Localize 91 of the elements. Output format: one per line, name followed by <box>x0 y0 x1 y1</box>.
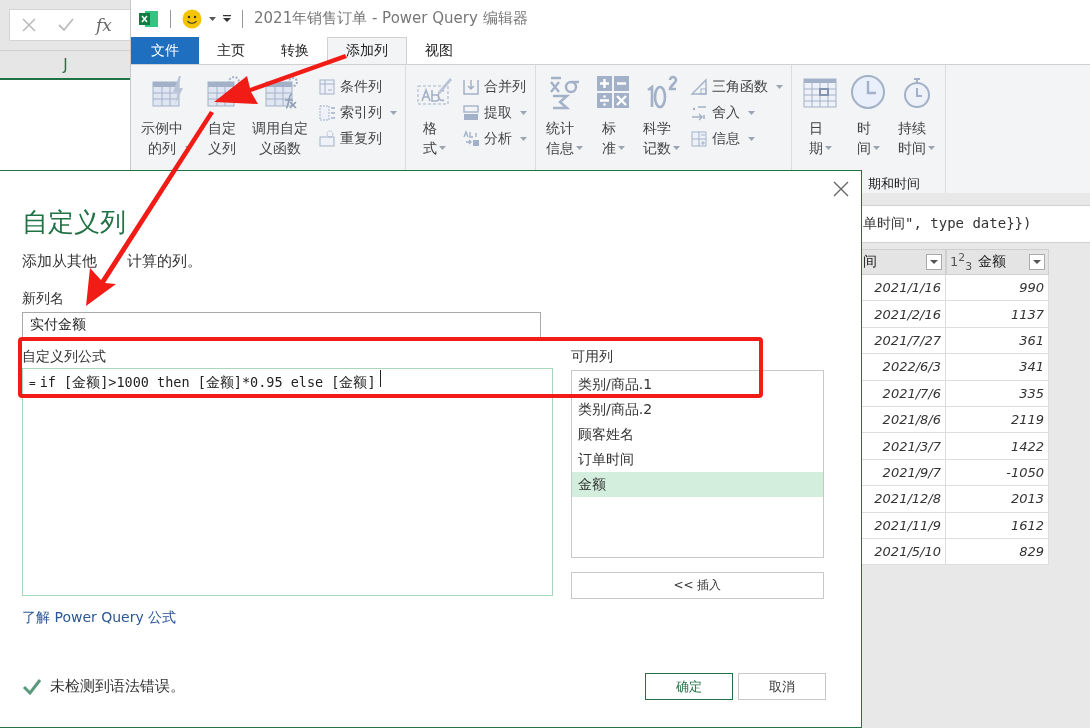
caret-icon <box>928 146 935 150</box>
ribbon-button[interactable]: 时间 <box>846 71 890 171</box>
ribbon-button[interactable]: 持续时间 <box>894 71 939 171</box>
math-operators-icon <box>595 74 631 110</box>
ribbon-button[interactable]: 重复列 <box>316 127 399 151</box>
ribbon-button[interactable]: 条件列 <box>316 75 399 99</box>
table-cell: 1612 <box>946 512 1049 539</box>
table-cell: 829 <box>946 538 1049 566</box>
ribbon-button[interactable]: 三角函数 <box>688 75 785 99</box>
dialog-description: 计算的列。 <box>127 252 202 271</box>
caret-icon <box>872 146 880 150</box>
table-condition-icon <box>318 78 336 96</box>
list-item[interactable]: 金额 <box>572 472 823 497</box>
number-grid-icon <box>690 130 708 148</box>
ribbon-tab[interactable]: 转换 <box>263 37 327 64</box>
table-cell: 335 <box>946 380 1049 407</box>
cancel-button[interactable]: 取消 <box>738 673 826 700</box>
ribbon-button[interactable]: 格式 <box>412 71 456 171</box>
caret-icon <box>1033 260 1041 264</box>
table-cell: 1422 <box>946 433 1049 460</box>
list-item[interactable]: 类别/商品.1 <box>572 372 823 397</box>
table-cell: 1137 <box>946 301 1049 328</box>
caret-icon <box>520 111 527 115</box>
caret-icon <box>824 146 832 150</box>
checkmark-icon[interactable] <box>58 18 74 32</box>
index-column-icon <box>318 104 336 122</box>
parse-icon <box>462 130 480 148</box>
ribbon-button[interactable]: 日期 <box>798 71 842 171</box>
status-message: 未检测到语法错误。 <box>50 677 185 696</box>
caret-icon <box>576 146 583 150</box>
table-cell: 361 <box>946 327 1049 355</box>
window-title: 2021年销售订单 - Power Query 编辑器 <box>254 9 528 28</box>
ribbon-button[interactable]: 舍入 <box>688 101 785 125</box>
column-title: 间 <box>863 253 878 271</box>
ok-button[interactable]: 确定 <box>645 673 733 700</box>
caret-icon <box>673 146 680 150</box>
dialog-description: 添加从其他 <box>22 252 97 271</box>
ribbon-tab[interactable]: 视图 <box>407 37 471 64</box>
function-button[interactable]: fx <box>96 15 112 35</box>
caret-icon <box>438 146 446 150</box>
decimal-round-icon <box>690 104 708 122</box>
table-cell: 341 <box>946 354 1049 381</box>
caret-icon <box>930 260 938 264</box>
ribbon-button[interactable]: 标准 <box>591 71 635 171</box>
ribbon-tab[interactable]: 主页 <box>199 37 263 64</box>
group-label: 期和时间 <box>868 176 920 191</box>
duplicate-column-icon <box>318 130 336 148</box>
dialog-title: 自定义列 <box>22 206 127 239</box>
help-link[interactable]: 了解 Power Query 公式 <box>22 609 177 627</box>
field-label: 可用列 <box>571 348 613 366</box>
customize-menu-icon[interactable] <box>223 15 231 22</box>
smiley-icon[interactable] <box>182 8 202 29</box>
ribbon-button[interactable]: 合并列 <box>460 75 529 99</box>
caret-icon <box>748 111 755 115</box>
list-item[interactable]: 类别/商品.2 <box>572 397 823 422</box>
formula-editor[interactable]: = if [金额]>1000 then [金额]*0.95 else [金额] <box>22 368 553 596</box>
list-item[interactable]: 订单时间 <box>572 447 823 472</box>
spreadsheet-app-icon <box>139 9 159 28</box>
caret-icon <box>776 85 783 89</box>
caret-icon <box>748 137 755 141</box>
ribbon-button[interactable]: 科学记数 <box>639 71 684 171</box>
clock-icon <box>850 74 886 110</box>
table-cell: 990 <box>946 275 1049 302</box>
table-cell: 2013 <box>946 486 1049 513</box>
caret-icon <box>617 146 625 150</box>
column-name-field[interactable]: 实付金额 <box>22 312 541 338</box>
filter-button[interactable] <box>926 254 942 270</box>
ribbon-button[interactable]: 索引列 <box>316 101 399 125</box>
ribbon-button[interactable]: 信息 <box>688 127 785 151</box>
caret-icon[interactable] <box>209 16 216 21</box>
table-cell: 2119 <box>946 406 1049 434</box>
column-header[interactable]: J <box>0 50 131 80</box>
column-header[interactable]: 1$^{2}$$_{3}$ 金额 <box>946 249 1049 275</box>
column-header[interactable]: 间 <box>859 249 946 275</box>
ribbon-button[interactable]: 统计信息 <box>542 71 587 171</box>
formula-text: 单时间", type date}}) <box>863 215 1032 233</box>
field-label: 新列名 <box>22 290 64 308</box>
ribbon-tab[interactable]: 添加列 <box>327 37 407 64</box>
field-label: 自定义列公式 <box>22 348 106 366</box>
ribbon-button[interactable]: 提取 <box>460 101 529 125</box>
column-title: 金额 <box>978 253 1008 271</box>
ribbon-tab[interactable]: 文件 <box>131 37 199 64</box>
triangle-icon <box>690 78 708 96</box>
merge-columns-icon <box>462 78 480 96</box>
table-cell: -1050 <box>946 459 1049 487</box>
insert-button[interactable]: << 插入 <box>571 572 824 599</box>
ribbon-button[interactable]: 分析 <box>460 127 529 151</box>
list-item[interactable]: 顾客姓名 <box>572 422 823 447</box>
filter-button[interactable] <box>1029 254 1045 270</box>
caret-icon <box>390 111 397 115</box>
caret-icon <box>520 137 527 141</box>
